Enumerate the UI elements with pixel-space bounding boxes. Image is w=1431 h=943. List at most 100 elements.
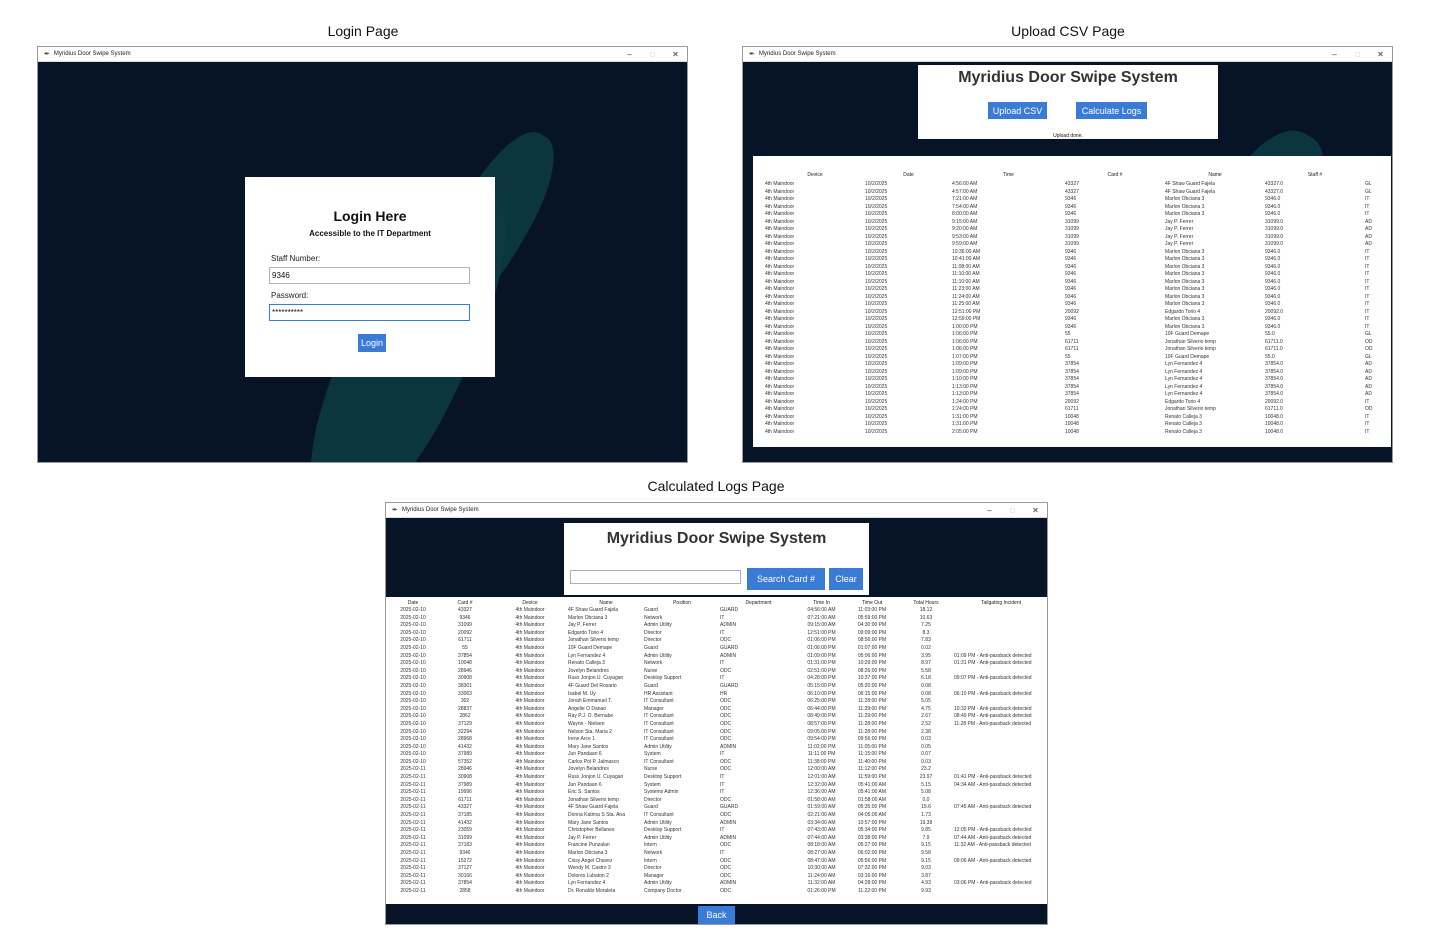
column-header[interactable]	[1365, 168, 1385, 181]
table-row[interactable]: 4th Maindoor 10/2/2025 4:57:00 AM 43327 4F S…	[765, 189, 1385, 197]
search-card-input[interactable]	[570, 570, 741, 584]
table-row[interactable]: 2025-02-10 57352 4th Maindoor Carlos Pol P.…	[388, 759, 1047, 767]
table-row[interactable]: 2025-02-10 37129 4th Maindoor Waynn - Niels…	[388, 721, 1047, 729]
table-row[interactable]: 4th Maindoor 10/2/2025 1:06:00 PM 55 10F Gua…	[765, 331, 1385, 339]
table-row[interactable]: 2025-02-10 28946 4th Maindoor Jovelyn Belan…	[388, 668, 1047, 676]
maximize-icon[interactable]: □	[1001, 506, 1024, 515]
table-row[interactable]: 2025-02-10 43327 4th Maindoor 4F Shaw Guard…	[388, 607, 1047, 615]
login-button[interactable]: Login	[358, 334, 386, 352]
table-row[interactable]: 4th Maindoor 10/2/2025 7:54:00 AM 9346 Marlo…	[765, 204, 1385, 212]
table-row[interactable]: 4th Maindoor 10/2/2025 1:31:00 PM 10048 Rena…	[765, 414, 1385, 422]
table-row[interactable]: 4th Maindoor 10/2/2025 8:00:00 AM 9346 Marlo…	[765, 211, 1385, 219]
table-row[interactable]: 2025-02-11 43327 4th Maindoor 4F Shaw Guard…	[388, 804, 1047, 812]
table-row[interactable]: 2025-02-11 30166 4th Maindoor Dolores Lubat…	[388, 873, 1047, 881]
minimize-icon[interactable]: –	[978, 506, 1001, 515]
password-input[interactable]	[269, 304, 470, 321]
table-row[interactable]: 2025-02-10 37989 4th Maindoor Jun Pandaan 6…	[388, 751, 1047, 759]
table-row[interactable]: 2025-02-10 30908 4th Maindoor Russ Jonjon U…	[388, 675, 1047, 683]
table-row[interactable]: 2025-02-10 33063 4th Maindoor Isabel M. Uy H…	[388, 691, 1047, 699]
table-row[interactable]: 2025-02-10 10048 4th Maindoor Renato Callej…	[388, 660, 1047, 668]
staff-number-input[interactable]	[269, 267, 470, 284]
table-row[interactable]: 4th Maindoor 10/2/2025 12:59:00 PM 9346 Marl…	[765, 316, 1385, 324]
table-row[interactable]: 2025-02-10 20092 4th Maindoor Edgardo Torio…	[388, 630, 1047, 638]
close-icon[interactable]: ✕	[1024, 506, 1047, 515]
table-row[interactable]: 4th Maindoor 10/2/2025 1:07:00 PM 55 10F Gua…	[765, 354, 1385, 362]
table-row[interactable]: 4th Maindoor 10/2/2025 9:59:00 AM 31099 Jay …	[765, 241, 1385, 249]
column-header[interactable]: Date	[388, 598, 438, 607]
table-row[interactable]: 2025-02-10 9346 4th Maindoor Marlon Obciana…	[388, 615, 1047, 623]
table-row[interactable]: 4th Maindoor 10/2/2025 11:24:00 AM 9346 Marl…	[765, 294, 1385, 302]
table-row[interactable]: 4th Maindoor 10/2/2025 4:56:00 AM 43327 4F S…	[765, 181, 1385, 189]
table-row[interactable]: 2025-02-11 28946 4th Maindoor Jovelyn Belan…	[388, 766, 1047, 774]
window-titlebar[interactable]: ✒ Myridius Door Swipe System – □ ✕	[386, 503, 1047, 518]
table-row[interactable]: 4th Maindoor 10/2/2025 1:31:00 PM 10048 Rena…	[765, 421, 1385, 429]
table-row[interactable]: 4th Maindoor 10/2/2025 1:09:00 PM 37854 Lyn …	[765, 369, 1385, 377]
table-row[interactable]: 2025-02-11 19996 4th Maindoor Eric S. Santo…	[388, 789, 1047, 797]
table-row[interactable]: 4th Maindoor 10/2/2025 10:36:00 AM 9346 Marl…	[765, 249, 1385, 257]
table-row[interactable]: 2025-02-11 9346 4th Maindoor Marlon Obciana…	[388, 850, 1047, 858]
column-header[interactable]: Tailgating Incident	[954, 598, 1047, 607]
table-row[interactable]: 2025-02-11 37185 4th Maindoor Donna Katrina…	[388, 812, 1047, 820]
table-row[interactable]: 2025-02-10 28837 4th Maindoor Angelie O Dan…	[388, 706, 1047, 714]
calculate-logs-button[interactable]: Calculate Logs	[1076, 102, 1147, 119]
back-button[interactable]: Back	[698, 906, 735, 924]
table-row[interactable]: 4th Maindoor 10/2/2025 11:08:00 AM 9346 Marl…	[765, 264, 1385, 272]
table-row[interactable]: 4th Maindoor 10/2/2025 12:51:00 PM 20092 Edg…	[765, 309, 1385, 317]
column-header[interactable]: Date	[865, 168, 952, 181]
table-row[interactable]: 4th Maindoor 10/2/2025 9:15:00 AM 31099 Jay …	[765, 219, 1385, 227]
table-row[interactable]: 4th Maindoor 10/2/2025 11:10:00 AM 9346 Marl…	[765, 279, 1385, 287]
window-titlebar[interactable]: ✒ Myridius Door Swipe System – □ ✕	[743, 47, 1392, 62]
table-row[interactable]: 4th Maindoor 10/2/2025 1:09:00 PM 37854 Lyn …	[765, 361, 1385, 369]
table-row[interactable]: 4th Maindoor 10/2/2025 11:23:00 AM 9346 Marl…	[765, 286, 1385, 294]
table-row[interactable]: 2025-02-11 31099 4th Maindoor Jay P. Ferrer…	[388, 835, 1047, 843]
table-row[interactable]: 2025-02-10 28968 4th Maindoor Irene Arce 1 I…	[388, 736, 1047, 744]
close-icon[interactable]: ✕	[664, 50, 687, 59]
table-row[interactable]: 4th Maindoor 10/2/2025 11:25:00 AM 9346 Marl…	[765, 301, 1385, 309]
column-header[interactable]: Name	[1165, 168, 1265, 181]
column-header[interactable]: Time Out	[846, 598, 898, 607]
table-row[interactable]: 4th Maindoor 10/2/2025 2:05:00 PM 10048 Rena…	[765, 429, 1385, 437]
column-header[interactable]: Device	[492, 598, 568, 607]
column-header[interactable]: Device	[765, 168, 865, 181]
maximize-icon[interactable]: □	[1346, 50, 1369, 59]
table-row[interactable]: 4th Maindoor 10/2/2025 10:41:00 AM 9346 Marl…	[765, 256, 1385, 264]
column-header[interactable]: Card #	[438, 598, 492, 607]
table-row[interactable]: 4th Maindoor 10/2/2025 1:13:00 PM 37854 Lyn …	[765, 391, 1385, 399]
table-row[interactable]: 4th Maindoor 10/2/2025 1:06:00 PM 61711 Jona…	[765, 339, 1385, 347]
table-row[interactable]: 4th Maindoor 10/2/2025 1:13:00 PM 37854 Lyn …	[765, 384, 1385, 392]
table-row[interactable]: 2025-02-10 38301 4th Maindoor 4F Guard Del …	[388, 683, 1047, 691]
table-row[interactable]: 2025-02-10 32294 4th Maindoor Nelson Sta. M…	[388, 729, 1047, 737]
table-row[interactable]: 2025-02-10 55 4th Maindoor 10F Guard Demape…	[388, 645, 1047, 653]
table-row[interactable]: 4th Maindoor 10/2/2025 1:24:00 PM 61711 Jona…	[765, 406, 1385, 414]
column-header[interactable]: Staff #	[1265, 168, 1365, 181]
table-row[interactable]: 2025-02-11 61711 4th Maindoor Jonathan Silv…	[388, 797, 1047, 805]
minimize-icon[interactable]: –	[618, 50, 641, 59]
table-row[interactable]: 2025-02-11 37989 4th Maindoor Jun Pandaan 6…	[388, 782, 1047, 790]
table-row[interactable]: 2025-02-11 37854 4th Maindoor Lyn Fernandez…	[388, 880, 1047, 888]
table-row[interactable]: 2025-02-11 41432 4th Maindoor Mary Jane San…	[388, 820, 1047, 828]
maximize-icon[interactable]: □	[641, 50, 664, 59]
table-row[interactable]: 2025-02-11 30908 4th Maindoor Russ Jonjon U…	[388, 774, 1047, 782]
table-row[interactable]: 2025-02-11 15272 4th Maindoor Cissy Angel C…	[388, 858, 1047, 866]
table-row[interactable]: 2025-02-11 2858 4th Maindoor Dr. Ronaldo Mo…	[388, 888, 1047, 896]
table-row[interactable]: 4th Maindoor 10/2/2025 1:00:00 PM 9346 Marlo…	[765, 324, 1385, 332]
clear-button[interactable]: Clear	[829, 568, 863, 590]
close-icon[interactable]: ✕	[1369, 50, 1392, 59]
table-row[interactable]: 4th Maindoor 10/2/2025 7:21:00 AM 9346 Marlo…	[765, 196, 1385, 204]
table-row[interactable]: 2025-02-10 37854 4th Maindoor Lyn Fernandez…	[388, 653, 1047, 661]
column-header[interactable]: Card #	[1065, 168, 1165, 181]
table-row[interactable]: 2025-02-11 37183 4th Maindoor Francine Punz…	[388, 842, 1047, 850]
table-row[interactable]: 4th Maindoor 10/2/2025 9:53:00 AM 31099 Jay …	[765, 234, 1385, 242]
minimize-icon[interactable]: –	[1323, 50, 1346, 59]
table-row[interactable]: 2025-02-11 37127 4th Maindoor Wendy M. Cast…	[388, 865, 1047, 873]
window-titlebar[interactable]: ✒ Myridius Door Swipe System – □ ✕	[38, 47, 687, 62]
table-row[interactable]: 2025-02-10 2862 4th Maindoor Ray P.J. O. Be…	[388, 713, 1047, 721]
column-header[interactable]: Position	[644, 598, 720, 607]
table-row[interactable]: 2025-02-10 31099 4th Maindoor Jay P. Ferrer…	[388, 622, 1047, 630]
table-row[interactable]: 2025-02-10 302 4th Maindoor Jonah Emmanuel …	[388, 698, 1047, 706]
table-row[interactable]: 2025-02-11 23059 4th Maindoor Christopher B…	[388, 827, 1047, 835]
column-header[interactable]: Total Hours	[898, 598, 954, 607]
table-row[interactable]: 4th Maindoor 10/2/2025 1:24:00 PM 20092 Edga…	[765, 399, 1385, 407]
table-row[interactable]: 4th Maindoor 10/2/2025 11:10:00 AM 9346 Marl…	[765, 271, 1385, 279]
table-row[interactable]: 2025-02-10 61711 4th Maindoor Jonathan Silv…	[388, 637, 1047, 645]
